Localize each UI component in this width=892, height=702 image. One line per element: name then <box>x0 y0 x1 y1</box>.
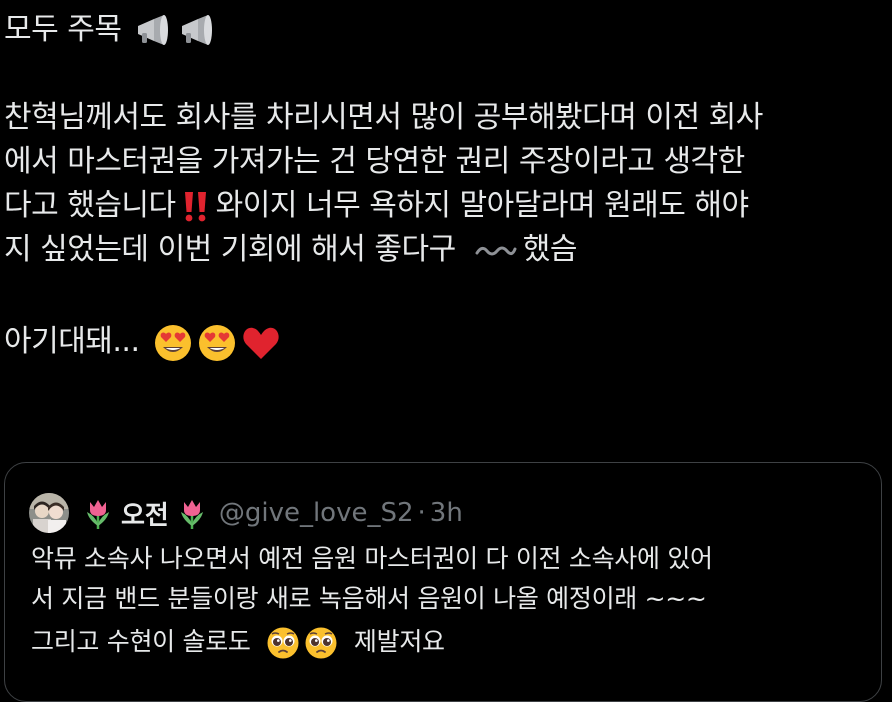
quoted-line: 악뮤 소속사 나오면서 예전 음원 마스터권이 다 이전 소속사에 있어 <box>31 539 871 579</box>
tweet-text-line-5: 와이지 너무 욕하지 말아달라며 원래도 해야 <box>215 188 749 223</box>
red-heart-emoji-icon <box>241 323 281 363</box>
tweet-line: 다고 했습니다 와이지 너무 욕하지 말아달라며 원래도 해야 <box>4 184 888 228</box>
tweet-text-line-1: 모두 주목 <box>4 12 122 47</box>
tweet-line: 아기대돼... <box>4 316 888 368</box>
tweet-line: 지 싶었는데 이번 기회에 해서 좋다구 했슴 <box>4 228 888 272</box>
heart-eyes-emoji-icon <box>197 323 237 363</box>
tweet-text-line-4: 다고 했습니다 <box>4 188 176 223</box>
quoted-text-line-3: 그리고 수현이 솔로도 <box>31 627 251 656</box>
pleading-face-emoji-icon <box>266 626 300 660</box>
quoted-timestamp[interactable]: 3h <box>430 498 463 528</box>
quoted-text-line-2: 서 지금 밴드 분들이랑 새로 녹음해서 음원이 나올 예정이래 ~~~ <box>31 584 707 613</box>
tulip-emoji-icon <box>83 496 113 530</box>
quoted-tweet-header: 오전 @give_love_S2 · 3h <box>29 491 463 535</box>
megaphone-emoji-icon <box>178 14 218 48</box>
tulip-emoji-icon <box>177 496 207 530</box>
tweet-line: 찬혁님께서도 회사를 차리시면서 많이 공부해봤다며 이전 회사 <box>4 96 888 140</box>
tweet-text-line-6: 지 싶었는데 이번 기회에 해서 좋다구 <box>4 232 456 267</box>
quoted-handle[interactable]: @give_love_S2 <box>219 498 414 528</box>
header-separator: · <box>417 498 426 528</box>
quoted-line: 그리고 수현이 솔로도 제발저요 <box>31 619 871 665</box>
quoted-line: 서 지금 밴드 분들이랑 새로 녹음해서 음원이 나올 예정이래 ~~~ <box>31 579 871 619</box>
double-exclamation-emoji-icon <box>182 190 210 224</box>
quoted-tweet-text: 악뮤 소속사 나오면서 예전 음원 마스터권이 다 이전 소속사에 있어 서 지… <box>31 539 871 665</box>
heart-eyes-emoji-icon <box>153 323 193 363</box>
tweet-line: 에서 마스터권을 가져가는 건 당연한 권리 주장이라고 생각한 <box>4 140 888 184</box>
quoted-tweet-card[interactable]: 오전 @give_love_S2 · 3h 악뮤 소속사 나오면서 예전 음원 … <box>4 462 882 702</box>
pleading-face-emoji-icon <box>304 626 338 660</box>
quoted-display-name[interactable]: 오전 <box>121 495 169 532</box>
avatar[interactable] <box>29 493 69 533</box>
quoted-text-line-4: 제발저요 <box>353 627 445 656</box>
tweet-text-line-7: 했슴 <box>522 232 578 267</box>
tweet-line: 모두 주목 <box>4 8 888 52</box>
tweet-text: 모두 주목 찬혁님께서도 회사를 차리시면서 많이 공부해봤다며 이전 회사 에… <box>4 8 888 368</box>
tweet-text-line-3: 에서 마스터권을 가져가는 건 당연한 권리 주장이라고 생각한 <box>4 144 745 179</box>
wavy-dash-emoji-icon <box>475 241 517 261</box>
megaphone-emoji-icon <box>134 14 174 48</box>
tweet-text-line-2: 찬혁님께서도 회사를 차리시면서 많이 공부해봤다며 이전 회사 <box>4 100 763 135</box>
quoted-text-line-1: 악뮤 소속사 나오면서 예전 음원 마스터권이 다 이전 소속사에 있어 <box>31 544 713 573</box>
tweet-text-line-8: 아기대돼... <box>4 324 140 359</box>
